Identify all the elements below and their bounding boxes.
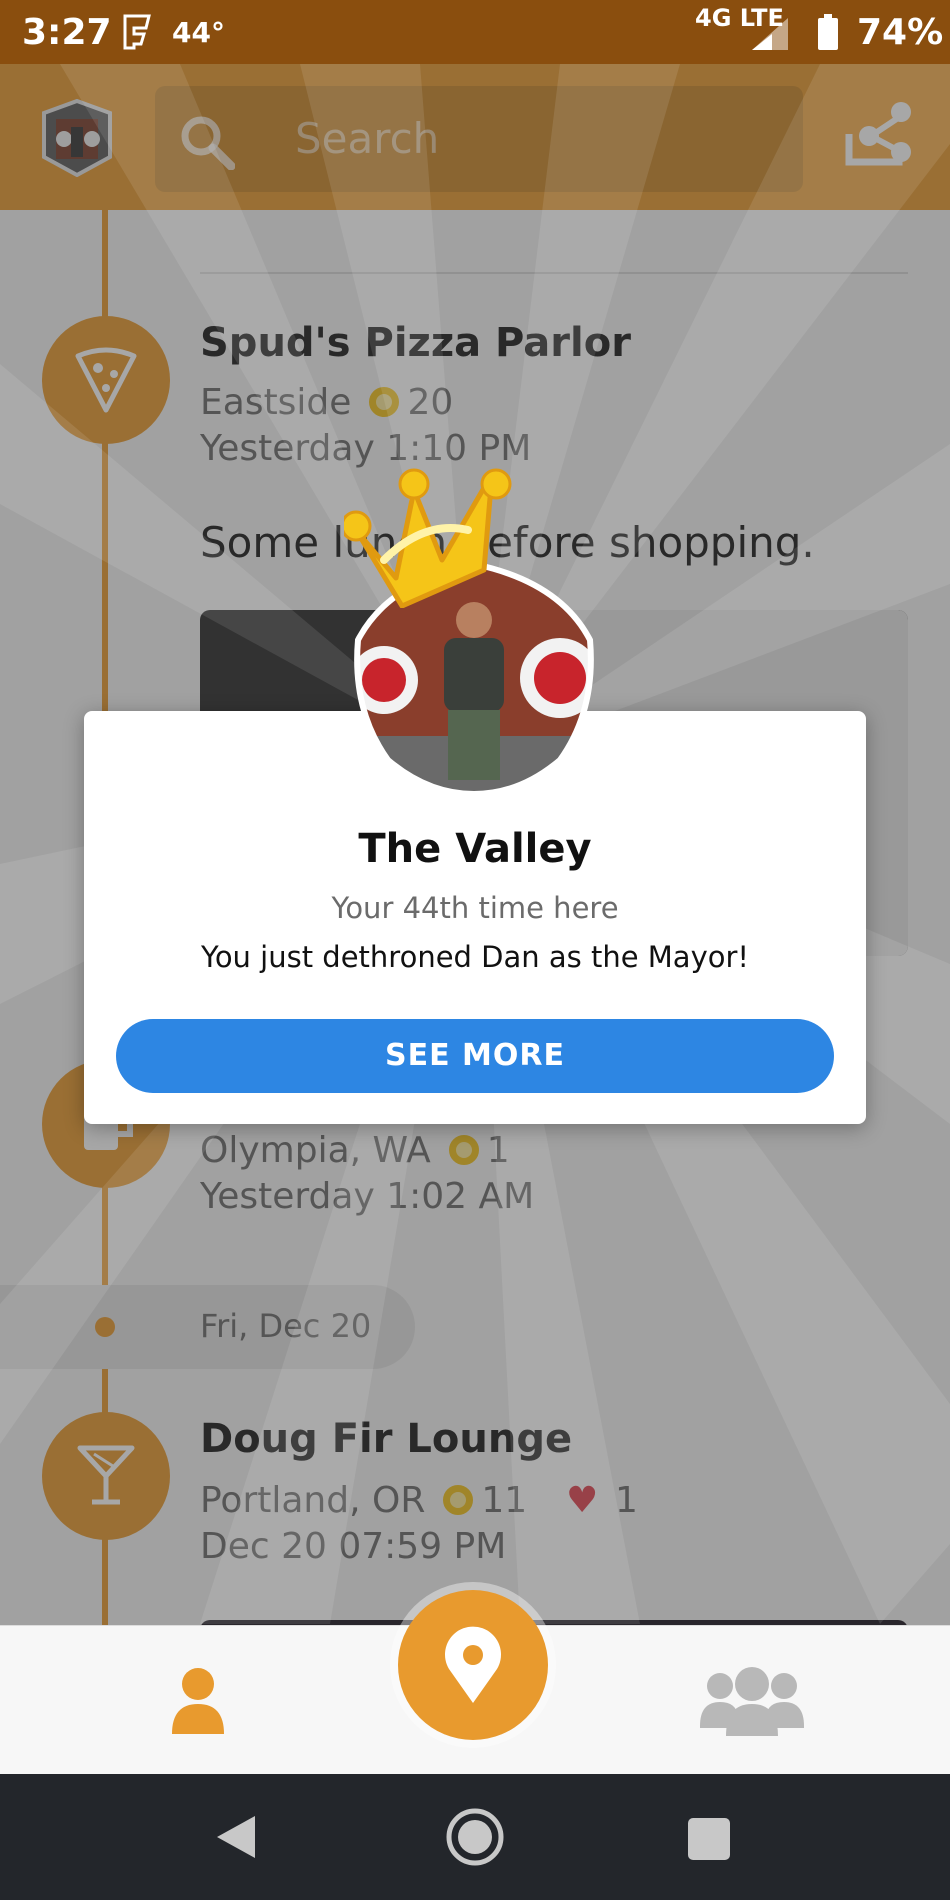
location-pin-icon [445, 1626, 501, 1703]
modal-subtitle: Your 44th time here [331, 891, 619, 925]
status-temperature: 44° [172, 16, 225, 49]
home-icon[interactable] [446, 1808, 504, 1866]
back-icon[interactable] [215, 1814, 257, 1860]
profile-icon[interactable] [170, 1666, 226, 1734]
modal-title: The Valley [358, 826, 592, 872]
signal-icon [752, 18, 788, 50]
mayor-crown-icon [344, 468, 512, 608]
status-bar: 3:27 44° 4G LTE 74% [0, 0, 950, 64]
friends-icon[interactable] [700, 1666, 804, 1736]
see-more-button[interactable]: SEE MORE [116, 1019, 834, 1093]
checkin-button[interactable] [398, 1590, 548, 1740]
battery-icon [818, 14, 838, 50]
foursquare-logo-icon [123, 14, 151, 50]
modal-message: You just dethroned Dan as the Mayor! [200, 940, 750, 974]
android-nav-bar [0, 1774, 950, 1900]
recents-icon[interactable] [688, 1818, 730, 1860]
battery-percent: 74% [857, 12, 944, 53]
status-time: 3:27 [22, 12, 112, 53]
